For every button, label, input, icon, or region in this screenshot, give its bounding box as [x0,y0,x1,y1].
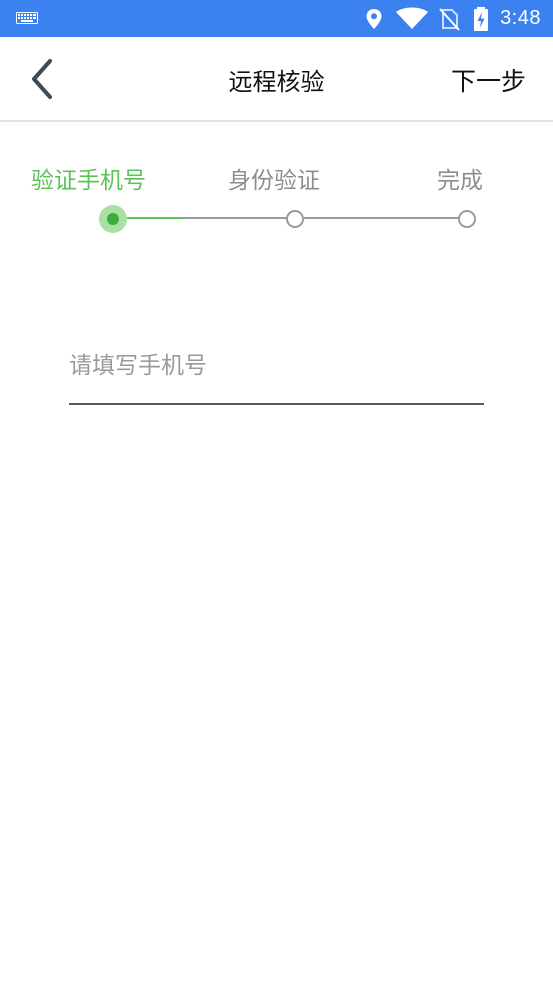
status-bar: 3:48 [0,0,553,37]
no-sim-icon [439,7,460,31]
status-time: 3:48 [500,7,541,29]
step-label-identity: 身份验证 [228,168,320,194]
keyboard-icon [16,12,38,24]
next-step-button[interactable]: 下一步 [451,37,526,122]
back-button[interactable] [20,56,64,102]
step-label-complete: 完成 [437,168,483,194]
step-dot-3 [458,210,476,228]
status-icons: 3:48 [364,0,541,37]
location-icon [366,8,382,29]
wifi-icon [396,7,429,29]
app-bar: 远程核验 下一步 [0,37,553,122]
battery-charging-icon [474,6,489,31]
step-dot-1-halo [99,205,127,233]
step-label-verify-phone: 验证手机号 [31,168,146,194]
step-dot-2 [286,210,304,228]
phone-field [69,335,484,405]
step-progress-track [99,205,476,233]
chevron-left-icon [32,59,52,99]
step-dot-1 [107,213,119,225]
phone-input[interactable] [69,345,484,387]
